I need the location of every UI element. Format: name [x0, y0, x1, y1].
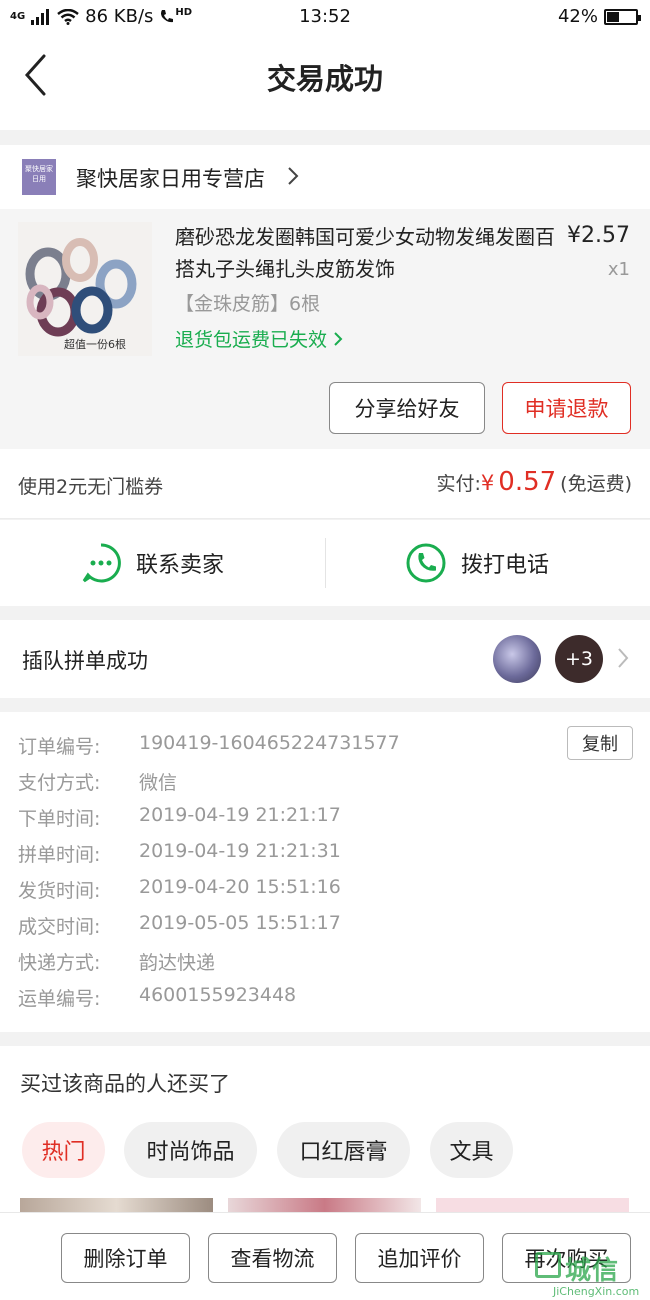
hair-ties-image: 超值一份6根 [18, 222, 152, 356]
chevron-right-icon [618, 648, 629, 668]
detail-row-payment: 支付方式: 微信 [18, 772, 178, 794]
group-buy-status: 插队拼单成功 [22, 649, 148, 673]
call-label: 拨打电话 [461, 553, 550, 578]
detail-row-order-time: 下单时间: 2019-04-19 21:21:17 [18, 804, 341, 830]
navigation-bar: 交易成功 [0, 34, 650, 130]
phone-icon [406, 543, 446, 583]
page-title: 交易成功 [266, 62, 383, 96]
order-details: 订单编号: 190419-160465224731577 复制 支付方式: 微信 下… [0, 712, 650, 1032]
paid-value: 0.57 [498, 467, 557, 497]
store-name: 聚快居家日用专营店 [76, 167, 265, 191]
shipping-note: (免运费) [560, 473, 632, 495]
group-buy-row[interactable]: 插队拼单成功 +3 [0, 620, 650, 698]
copy-button[interactable]: 复制 [567, 726, 633, 760]
product-thumbnail: 超值一份6根 [18, 222, 152, 356]
avatar-more: +3 [555, 635, 603, 683]
divider [325, 538, 326, 588]
recommendations-heading: 买过该商品的人还买了 [20, 1072, 230, 1096]
watermark-box-icon [535, 1252, 561, 1278]
paid-label: 实付: [436, 473, 481, 495]
detail-row-deal-time: 成交时间: 2019-05-05 15:51:17 [18, 912, 341, 938]
status-bar: 4G 86 KB/s HD 13:52 42% [0, 0, 650, 34]
tab-lipstick[interactable]: 口红唇膏 [277, 1122, 410, 1178]
chevron-right-icon [334, 332, 343, 346]
store-logo: 聚快居家日用 [22, 159, 56, 195]
return-shipping-link[interactable]: 退货包运费已失效 [175, 325, 345, 352]
battery-icon [604, 8, 641, 25]
add-review-button[interactable]: 追加评价 [355, 1233, 484, 1283]
contact-seller-button[interactable]: 联系卖家 [80, 542, 224, 584]
store-row[interactable]: 聚快居家日用 聚快居家日用专营店 [0, 145, 650, 209]
chevron-right-icon [288, 167, 299, 185]
contact-seller-label: 联系卖家 [136, 553, 225, 578]
tab-fashion-accessories[interactable]: 时尚饰品 [124, 1122, 257, 1178]
call-button[interactable]: 拨打电话 [405, 542, 549, 584]
thumb-caption: 超值一份6根 [64, 337, 126, 351]
watermark-url: JiChengXin.com [553, 1285, 640, 1298]
battery-percent: 42% [557, 6, 598, 27]
avatar [493, 635, 541, 683]
detail-row-tracking-no: 运单编号: 4600155923448 [18, 984, 297, 1010]
view-logistics-button[interactable]: 查看物流 [208, 1233, 337, 1283]
paid-amount: 实付: ¥ 0.57 (免运费) [437, 467, 633, 497]
detail-row-courier: 快递方式: 韵达快递 [18, 952, 216, 974]
detail-row-order-no: 订单编号: 190419-160465224731577 [18, 732, 400, 758]
delete-order-button[interactable]: 删除订单 [61, 1233, 190, 1283]
refund-button[interactable]: 申请退款 [502, 382, 631, 434]
watermark-logo: 城信 JiChengXin.com [533, 1248, 648, 1300]
share-button[interactable]: 分享给好友 [329, 382, 485, 434]
product-price: ¥2.57 [567, 223, 630, 248]
detail-row-group-time: 拼单时间: 2019-04-19 21:21:31 [18, 840, 341, 866]
product-quantity: x1 [607, 259, 630, 280]
tab-hot[interactable]: 热门 [22, 1122, 105, 1178]
currency-symbol: ¥ [480, 471, 495, 495]
product-card[interactable]: 超值一份6根 磨砂恐龙发圈韩国可爱少女动物发绳发圈百搭丸子头绳扎头皮筋发饰 ¥2… [0, 209, 650, 449]
contact-row: 联系卖家 拨打电话 [0, 520, 650, 606]
tab-stationery[interactable]: 文具 [430, 1122, 513, 1178]
product-title: 磨砂恐龙发圈韩国可爱少女动物发绳发圈百搭丸子头绳扎头皮筋发饰 [175, 225, 555, 281]
watermark-text: 城信 [565, 1256, 620, 1286]
product-spec: 【金珠皮筋】6根 [175, 293, 321, 315]
payment-row: 使用2元无门槛券 实付: ¥ 0.57 (免运费) [0, 449, 650, 519]
chat-bubble-icon [82, 543, 121, 583]
clock: 13:52 [299, 6, 351, 27]
coupon-text: 使用2元无门槛券 [18, 476, 164, 498]
detail-row-ship-time: 发货时间: 2019-04-20 15:51:16 [18, 876, 341, 902]
return-shipping-label: 退货包运费已失效 [175, 329, 328, 351]
